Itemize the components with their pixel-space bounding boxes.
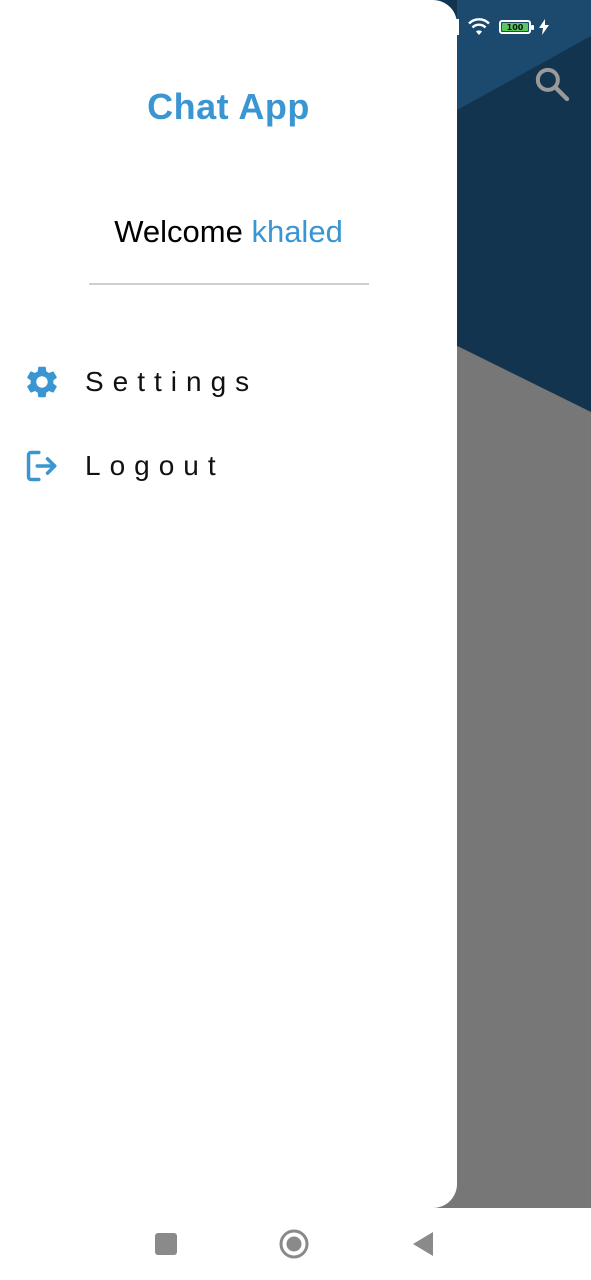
recents-icon (155, 1233, 177, 1255)
screen: 100 Chat App Welcome khaled Settings Log… (0, 0, 591, 1280)
search-icon (535, 67, 570, 102)
recents-button[interactable] (148, 1226, 184, 1262)
welcome-message: Welcome khaled (0, 214, 457, 250)
username: khaled (251, 214, 343, 249)
logout-icon (22, 446, 62, 486)
battery-icon: 100 (499, 20, 534, 34)
system-nav-bar (0, 1208, 591, 1280)
search-button[interactable] (530, 62, 574, 106)
menu-item-label: Logout (85, 450, 225, 481)
back-button[interactable] (405, 1226, 441, 1262)
gear-icon (22, 362, 62, 402)
charging-icon (539, 19, 549, 35)
battery-level: 100 (502, 23, 528, 32)
battery-cap (531, 25, 534, 30)
menu-item-logout[interactable]: Logout (22, 442, 225, 490)
menu-item-label: Settings (85, 366, 259, 397)
drawer-title: Chat App (147, 86, 310, 127)
home-icon (279, 1229, 309, 1259)
divider (89, 283, 369, 285)
home-button[interactable] (276, 1226, 312, 1262)
menu-item-settings[interactable]: Settings (22, 358, 258, 406)
status-bar: 100 (456, 14, 549, 40)
back-icon (413, 1232, 433, 1256)
welcome-prefix: Welcome (114, 214, 243, 249)
wifi-icon (468, 18, 490, 35)
navigation-drawer: Chat App Welcome khaled Settings Logout (0, 0, 457, 1208)
